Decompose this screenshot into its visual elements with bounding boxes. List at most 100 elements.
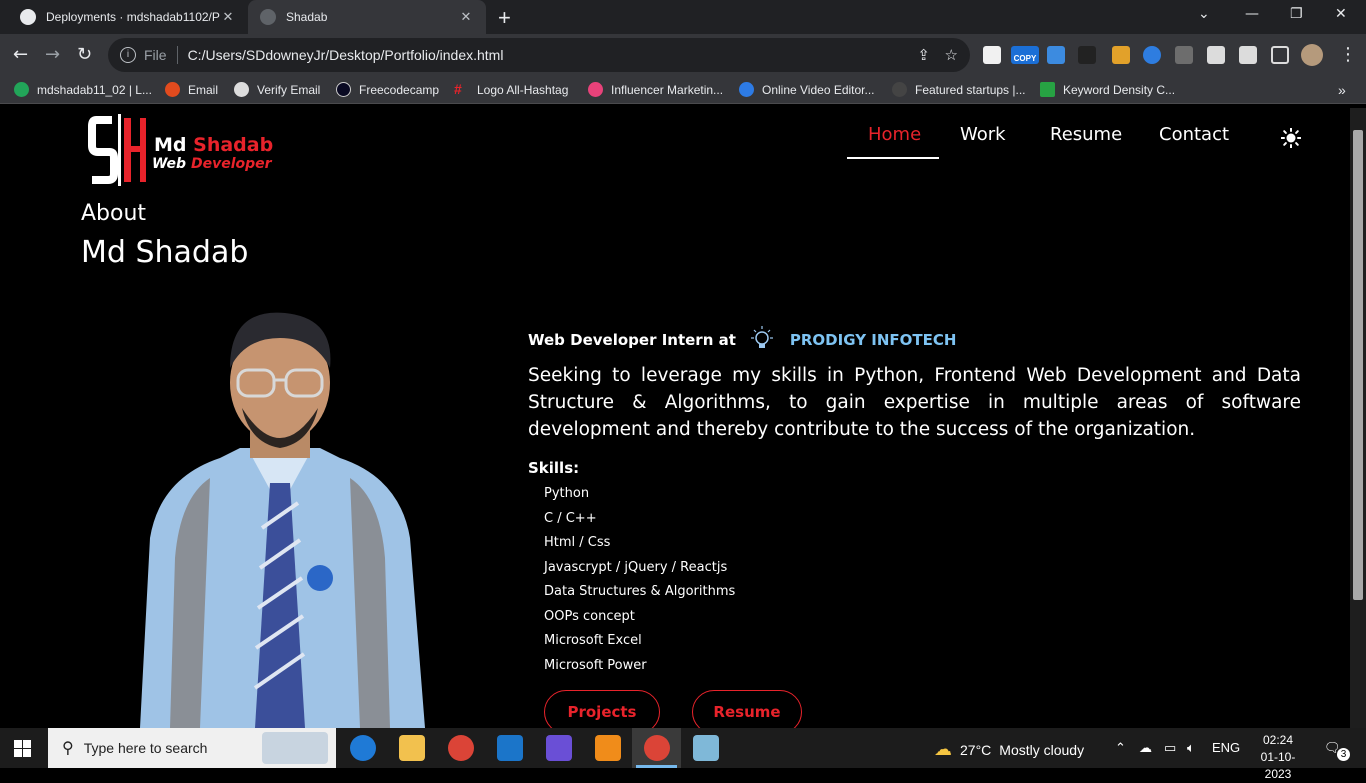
nav-contact[interactable]: Contact <box>1159 124 1229 145</box>
logo-first-name: Md <box>154 134 187 156</box>
bookmark-icon <box>165 82 180 97</box>
intern-text: Web Developer Intern at <box>528 331 736 349</box>
search-highlight-image <box>262 732 328 764</box>
bookmark-label: Verify Email <box>257 82 321 97</box>
bookmark-item[interactable]: Featured startups |... <box>892 82 1026 97</box>
logo-role: Web Developer <box>152 156 272 172</box>
checkmark-icon <box>1040 82 1055 97</box>
bookmark-star-icon[interactable]: ☆ <box>945 46 958 64</box>
skills-title: Skills: <box>528 459 580 477</box>
download-extension-icon[interactable] <box>1047 46 1065 64</box>
weather-widget[interactable]: ☁ 27°C Mostly cloudy <box>934 739 1084 760</box>
logo-last-name: Shadab <box>193 134 274 156</box>
downloads-icon[interactable] <box>1239 46 1257 64</box>
bookmarks-bar: mdshadab11_02 | L... Email Verify Email … <box>0 76 1366 104</box>
nav-resume[interactable]: Resume <box>1050 124 1122 145</box>
cloudy-weather-icon: ☁ <box>934 739 952 759</box>
reload-icon[interactable]: ↻ <box>77 44 92 65</box>
clock-date: 01-10-2023 <box>1260 750 1296 781</box>
bookmark-item[interactable]: Verify Email <box>234 82 320 97</box>
profile-avatar[interactable] <box>1301 44 1323 66</box>
projects-button[interactable]: Projects <box>544 690 660 728</box>
nav-home[interactable]: Home <box>868 124 921 145</box>
career-objective: Seeking to leverage my skills in Python,… <box>528 365 1301 440</box>
bookmark-label: Online Video Editor... <box>762 82 875 97</box>
edge-icon[interactable] <box>350 735 376 761</box>
menu-icon[interactable]: ⋮ <box>1339 44 1357 65</box>
list-item: C / C++ <box>544 510 597 526</box>
nav-work[interactable]: Work <box>960 124 1006 145</box>
close-icon[interactable]: ✕ <box>220 9 236 25</box>
address-bar[interactable]: i File C:/Users/SDdowneyJr/Desktop/Portf… <box>108 38 970 72</box>
windows-start-icon[interactable] <box>14 740 31 757</box>
bookmark-item[interactable]: Keyword Density C... <box>1040 82 1175 97</box>
bookmark-item[interactable]: # Logo All-Hashtag <box>454 82 568 97</box>
battery-icon[interactable]: ▭ <box>1164 740 1176 756</box>
chrome-icon[interactable] <box>448 735 474 761</box>
skills-list: Python C / C++ Html / Css Javascrypt / j… <box>544 486 735 682</box>
language-indicator[interactable]: ENG <box>1212 740 1240 755</box>
address-url: C:/Users/SDdowneyJr/Desktop/Portfolio/in… <box>187 47 504 63</box>
bookmark-label: Featured startups |... <box>915 82 1026 97</box>
logo-role-developer: Developer <box>190 156 272 172</box>
tab-shadab[interactable]: Shadab ✕ <box>248 0 486 34</box>
chrome-active-icon[interactable] <box>644 735 670 761</box>
bookmark-item[interactable]: Email <box>165 82 218 97</box>
extension-t-icon[interactable] <box>983 46 1001 64</box>
back-icon[interactable]: ← <box>13 44 28 65</box>
site-logo[interactable]: Md Shadab Web Developer <box>88 112 278 188</box>
tab-search-icon[interactable]: ⌄ <box>1198 6 1210 22</box>
extension-icon[interactable] <box>1143 46 1161 64</box>
side-panel-icon[interactable] <box>1271 46 1289 64</box>
system-clock[interactable]: 02:24 01-10-2023 <box>1248 732 1308 783</box>
taskbar-search-input[interactable]: ⚲ Type here to search <box>48 728 336 768</box>
notes-app-icon[interactable] <box>693 735 719 761</box>
restore-icon[interactable]: ❐ <box>1290 6 1303 22</box>
file-explorer-icon[interactable] <box>399 735 425 761</box>
bookmark-item[interactable]: mdshadab11_02 | L... <box>14 82 152 97</box>
extension-icon[interactable] <box>1175 46 1193 64</box>
globe-icon <box>260 9 276 25</box>
weather-temp: 27°C <box>960 741 992 758</box>
bookmark-label: Keyword Density C... <box>1063 82 1176 97</box>
chevron-up-icon[interactable]: ⌃ <box>1115 740 1126 756</box>
github-icon <box>20 9 36 25</box>
sun-icon[interactable] <box>1281 128 1301 148</box>
window-close-icon[interactable]: ✕ <box>1335 6 1347 22</box>
about-name: Md Shadab <box>81 235 249 270</box>
page-scrollbar[interactable] <box>1350 108 1366 728</box>
forward-icon[interactable]: → <box>45 44 60 65</box>
info-icon[interactable]: i <box>120 47 136 63</box>
copy-extension-icon[interactable]: COPY <box>1011 46 1039 64</box>
nav-active-underline <box>847 157 939 159</box>
bookmark-item[interactable]: Influencer Marketin... <box>588 82 723 97</box>
resume-button[interactable]: Resume <box>692 690 802 728</box>
bookmark-item[interactable]: Freecodecamp <box>336 82 439 97</box>
new-tab-button[interactable]: + <box>498 5 511 31</box>
puzzle-icon[interactable] <box>1207 46 1225 64</box>
extension-icon[interactable] <box>1078 46 1096 64</box>
sublime-text-icon[interactable] <box>595 735 621 761</box>
search-placeholder: Type here to search <box>83 740 208 756</box>
windows-taskbar: ⚲ Type here to search ☁ 27°C Mostly clou… <box>0 728 1366 781</box>
list-item: Html / Css <box>544 535 611 550</box>
share-icon[interactable]: ⇪ <box>917 46 930 64</box>
hashtag-icon: # <box>454 81 462 97</box>
company-name[interactable]: PRODIGY INFOTECH <box>790 331 957 349</box>
bookmark-label: mdshadab11_02 | L... <box>37 82 152 97</box>
colorpick-extension-icon[interactable] <box>1112 46 1130 64</box>
bookmark-icon <box>739 82 754 97</box>
close-icon[interactable]: ✕ <box>458 9 474 25</box>
bookmark-label: Logo All-Hashtag <box>477 82 569 97</box>
minimize-icon[interactable]: — <box>1245 6 1259 22</box>
bookmarks-overflow-icon[interactable]: » <box>1338 82 1346 98</box>
bookmark-item[interactable]: Online Video Editor... <box>739 82 875 97</box>
tab-bar: Deployments · mdshadab1102/P ✕ Shadab ✕ … <box>0 0 1366 34</box>
clipchamp-icon[interactable] <box>546 735 572 761</box>
tab-deployments[interactable]: Deployments · mdshadab1102/P ✕ <box>8 0 248 34</box>
mail-icon[interactable] <box>497 735 523 761</box>
volume-icon[interactable]: 🔈︎ <box>1187 740 1195 756</box>
address-scheme: File <box>144 47 167 63</box>
scrollbar-thumb[interactable] <box>1353 130 1363 600</box>
onedrive-icon[interactable]: ☁ <box>1139 740 1152 756</box>
